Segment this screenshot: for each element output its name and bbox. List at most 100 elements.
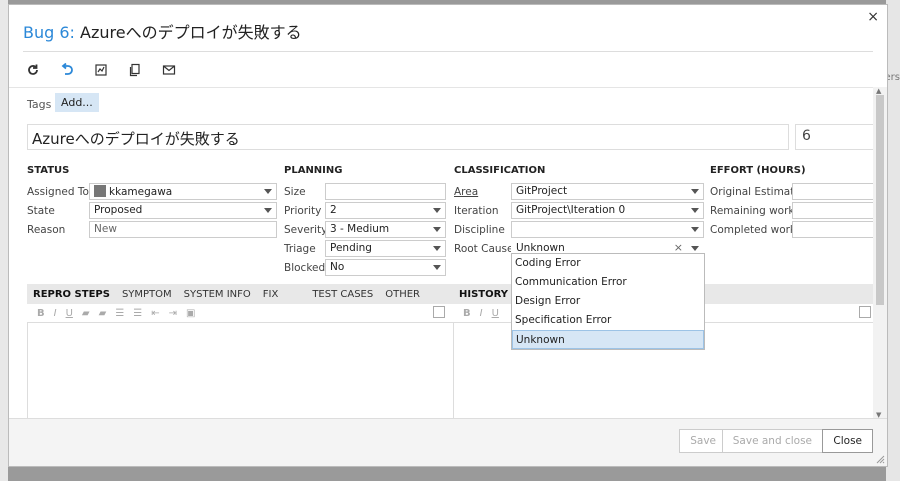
root-cause-label: Root Cause xyxy=(454,243,514,255)
chevron-down-icon[interactable] xyxy=(264,189,272,194)
history-icon[interactable] xyxy=(93,62,109,78)
tab-other[interactable]: OTHER xyxy=(379,289,426,300)
scrollbar-thumb[interactable] xyxy=(876,95,884,305)
repro-format-toolbar: B I U ▰ ▰ ☰ ☰ ⇤ ⇥ ▣ xyxy=(37,306,195,320)
assigned-to-field[interactable]: kkamegawa xyxy=(89,183,277,200)
bullet-list-icon[interactable]: ☰ xyxy=(115,308,124,319)
size-input[interactable] xyxy=(325,183,446,200)
close-button[interactable]: Close xyxy=(822,429,873,453)
font-color-icon[interactable]: ▰ xyxy=(99,308,107,319)
priority-select[interactable]: 2 xyxy=(325,202,446,219)
dropdown-option-communication-error[interactable]: Communication Error xyxy=(512,273,704,292)
discipline-select[interactable] xyxy=(511,221,704,238)
save-and-close-button[interactable]: Save and close xyxy=(721,429,823,453)
tab-repro-steps[interactable]: REPRO STEPS xyxy=(27,289,116,300)
dialog-footer: Save Save and close Close xyxy=(9,418,887,466)
dropdown-option-unknown[interactable]: Unknown xyxy=(512,330,704,349)
dropdown-option-specification-error[interactable]: Specification Error xyxy=(512,311,704,330)
chevron-down-icon[interactable] xyxy=(691,227,699,232)
effort-header: EFFORT (HOURS) xyxy=(710,165,806,176)
area-label: Area xyxy=(454,186,479,198)
work-item-title-input[interactable]: Azureへのデプロイが失敗する xyxy=(27,124,789,150)
repro-steps-editor[interactable] xyxy=(27,322,454,419)
italic-button[interactable]: I xyxy=(480,308,483,319)
undo-icon[interactable] xyxy=(59,62,75,78)
work-item-dialog: × Bug 6: Azureへのデプロイが失敗する Tags Add... Az… xyxy=(8,4,888,467)
italic-button[interactable]: I xyxy=(54,308,57,319)
assigned-to-label: Assigned To xyxy=(27,186,89,198)
underline-button[interactable]: U xyxy=(66,308,73,319)
image-icon[interactable]: ▣ xyxy=(186,308,195,319)
original-estimate-input[interactable] xyxy=(792,183,874,200)
blocked-value: No xyxy=(330,261,345,273)
state-select[interactable]: Proposed xyxy=(89,202,277,219)
numbered-list-icon[interactable]: ☰ xyxy=(133,308,142,319)
triage-select[interactable]: Pending xyxy=(325,240,446,257)
bug-id-label: Bug 6: xyxy=(23,23,75,42)
chevron-down-icon[interactable] xyxy=(264,208,272,213)
triage-label: Triage xyxy=(284,243,316,255)
left-tab-bar: REPRO STEPS SYMPTOM SYSTEM INFO FIX TEST… xyxy=(27,284,453,304)
chevron-down-icon[interactable] xyxy=(691,246,699,251)
chevron-down-icon[interactable] xyxy=(433,208,441,213)
expand-icon[interactable] xyxy=(859,306,871,318)
completed-work-input[interactable] xyxy=(792,221,874,238)
underline-button[interactable]: U xyxy=(492,308,499,319)
root-cause-dropdown: Coding Error Communication Error Design … xyxy=(511,253,705,350)
save-button[interactable]: Save xyxy=(679,429,727,453)
bold-button[interactable]: B xyxy=(37,308,45,319)
tab-system-info[interactable]: SYSTEM INFO xyxy=(178,289,257,300)
chevron-down-icon[interactable] xyxy=(691,189,699,194)
form-scroll-area: Tags Add... Azureへのデプロイが失敗する 6 STATUS As… xyxy=(9,87,875,419)
outdent-icon[interactable]: ⇤ xyxy=(151,308,159,319)
priority-label: Priority xyxy=(284,205,322,217)
indent-icon[interactable]: ⇥ xyxy=(169,308,177,319)
severity-select[interactable]: 3 - Medium xyxy=(325,221,446,238)
original-estimate-label: Original Estimate xyxy=(710,186,801,198)
state-label: State xyxy=(27,205,55,217)
chevron-down-icon[interactable] xyxy=(433,246,441,251)
expand-icon[interactable] xyxy=(433,306,445,318)
scroll-up-icon[interactable]: ▲ xyxy=(876,87,881,95)
state-value: Proposed xyxy=(94,204,143,216)
copy-icon[interactable] xyxy=(127,62,143,78)
background-right-strip: ers xyxy=(885,0,900,481)
severity-value: 3 - Medium xyxy=(330,223,390,235)
email-icon[interactable] xyxy=(161,62,177,78)
avatar xyxy=(94,185,106,197)
dropdown-option-coding-error[interactable]: Coding Error xyxy=(512,254,704,273)
title-divider xyxy=(23,51,873,52)
iteration-select[interactable]: GitProject\Iteration 0 xyxy=(511,202,704,219)
iteration-label: Iteration xyxy=(454,205,499,217)
chevron-down-icon[interactable] xyxy=(433,227,441,232)
bold-button[interactable]: B xyxy=(463,308,471,319)
vertical-scrollbar[interactable]: ▲ ▼ xyxy=(873,87,887,419)
dropdown-option-design-error[interactable]: Design Error xyxy=(512,292,704,311)
reason-value: New xyxy=(94,223,117,235)
iteration-value: GitProject\Iteration 0 xyxy=(516,204,626,216)
tab-history[interactable]: HISTORY xyxy=(453,289,514,300)
add-tag-button[interactable]: Add... xyxy=(55,93,99,112)
resize-grip-icon[interactable] xyxy=(875,454,885,464)
background-left-strip xyxy=(0,0,8,481)
chevron-down-icon[interactable] xyxy=(691,208,699,213)
assigned-to-value: kkamegawa xyxy=(109,186,173,198)
dialog-title: Bug 6: Azureへのデプロイが失敗する xyxy=(23,19,302,43)
refresh-icon[interactable] xyxy=(25,62,41,78)
blocked-label: Blocked xyxy=(284,262,326,274)
tags-label: Tags xyxy=(27,98,52,111)
area-value: GitProject xyxy=(516,185,568,197)
priority-value: 2 xyxy=(330,204,337,216)
close-dialog-icon[interactable]: × xyxy=(867,9,879,25)
tab-fix[interactable]: FIX xyxy=(257,289,285,300)
history-format-toolbar: B I U xyxy=(463,306,499,320)
reason-label: Reason xyxy=(27,224,66,236)
chevron-down-icon[interactable] xyxy=(433,265,441,270)
reason-field[interactable]: New xyxy=(89,221,277,238)
tab-symptom[interactable]: SYMPTOM xyxy=(116,289,178,300)
remaining-work-input[interactable] xyxy=(792,202,874,219)
highlight-icon[interactable]: ▰ xyxy=(82,308,90,319)
tab-test-cases[interactable]: TEST CASES xyxy=(306,289,379,300)
blocked-select[interactable]: No xyxy=(325,259,446,276)
area-select[interactable]: GitProject xyxy=(511,183,704,200)
